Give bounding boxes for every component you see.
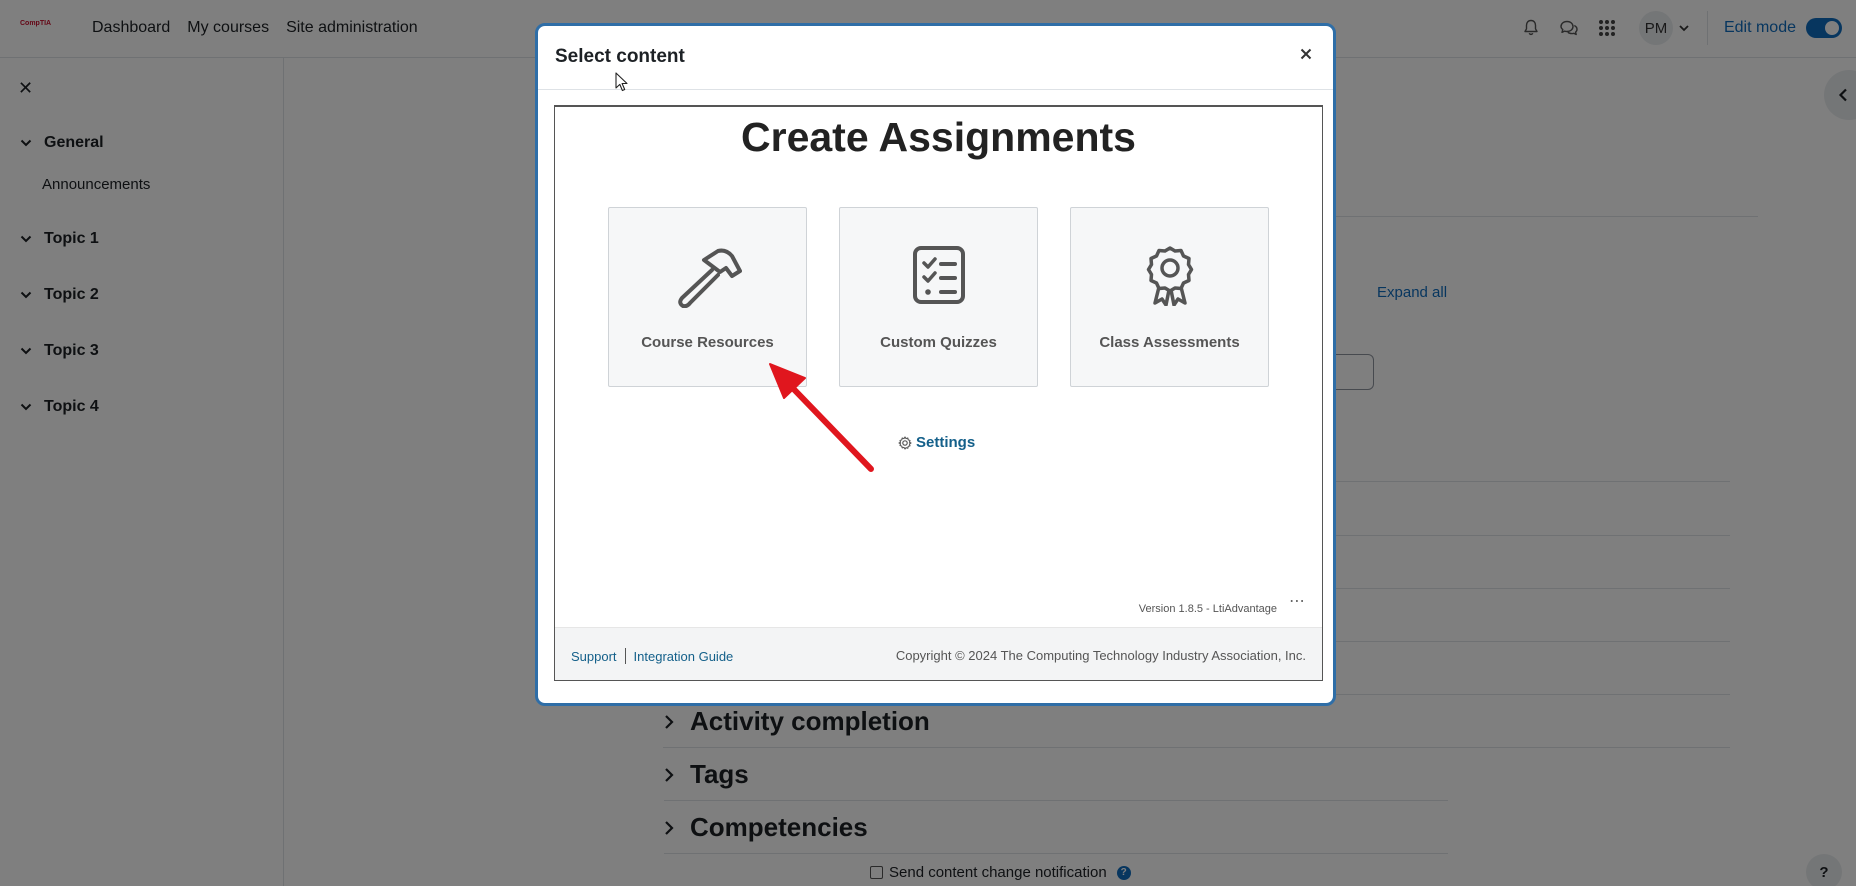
course-resources-card[interactable]: Course Resources xyxy=(608,207,807,387)
more-options-icon[interactable]: ⋯ xyxy=(1289,591,1306,611)
footer-separator xyxy=(624,648,626,664)
settings-label[interactable]: Settings xyxy=(916,434,975,451)
copyright-text: Copyright © 2024 The Computing Technolog… xyxy=(895,648,1306,663)
select-content-modal: Select content Create Assignments Course… xyxy=(535,23,1336,706)
lti-content-frame: Create Assignments Course Resources Cust… xyxy=(554,105,1323,681)
card-label[interactable]: Course Resources xyxy=(609,334,806,351)
card-label[interactable]: Class Assessments xyxy=(1071,334,1268,351)
custom-quizzes-card[interactable]: Custom Quizzes xyxy=(839,207,1038,387)
gear-icon[interactable] xyxy=(898,435,912,450)
modal-header: Select content xyxy=(538,26,1333,92)
support-link[interactable]: Support xyxy=(571,649,617,664)
checklist-icon xyxy=(840,246,1037,304)
mouse-cursor-icon xyxy=(615,72,628,92)
hammer-icon xyxy=(609,246,806,308)
footer-links: Support Integration Guide xyxy=(571,648,733,664)
award-icon xyxy=(1071,246,1268,306)
frame-footer: Support Integration Guide Copyright © 20… xyxy=(555,627,1322,680)
integration-guide-link[interactable]: Integration Guide xyxy=(634,649,734,664)
settings-link[interactable]: Settings xyxy=(898,434,975,451)
create-assignments-heading: Create Assignments xyxy=(741,114,1136,160)
close-icon[interactable] xyxy=(1296,44,1316,64)
version-text: Version 1.8.5 - LtiAdvantage xyxy=(1138,603,1277,615)
card-label[interactable]: Custom Quizzes xyxy=(840,334,1037,351)
modal-title: Select content xyxy=(555,46,685,67)
class-assessments-card[interactable]: Class Assessments xyxy=(1070,207,1269,387)
